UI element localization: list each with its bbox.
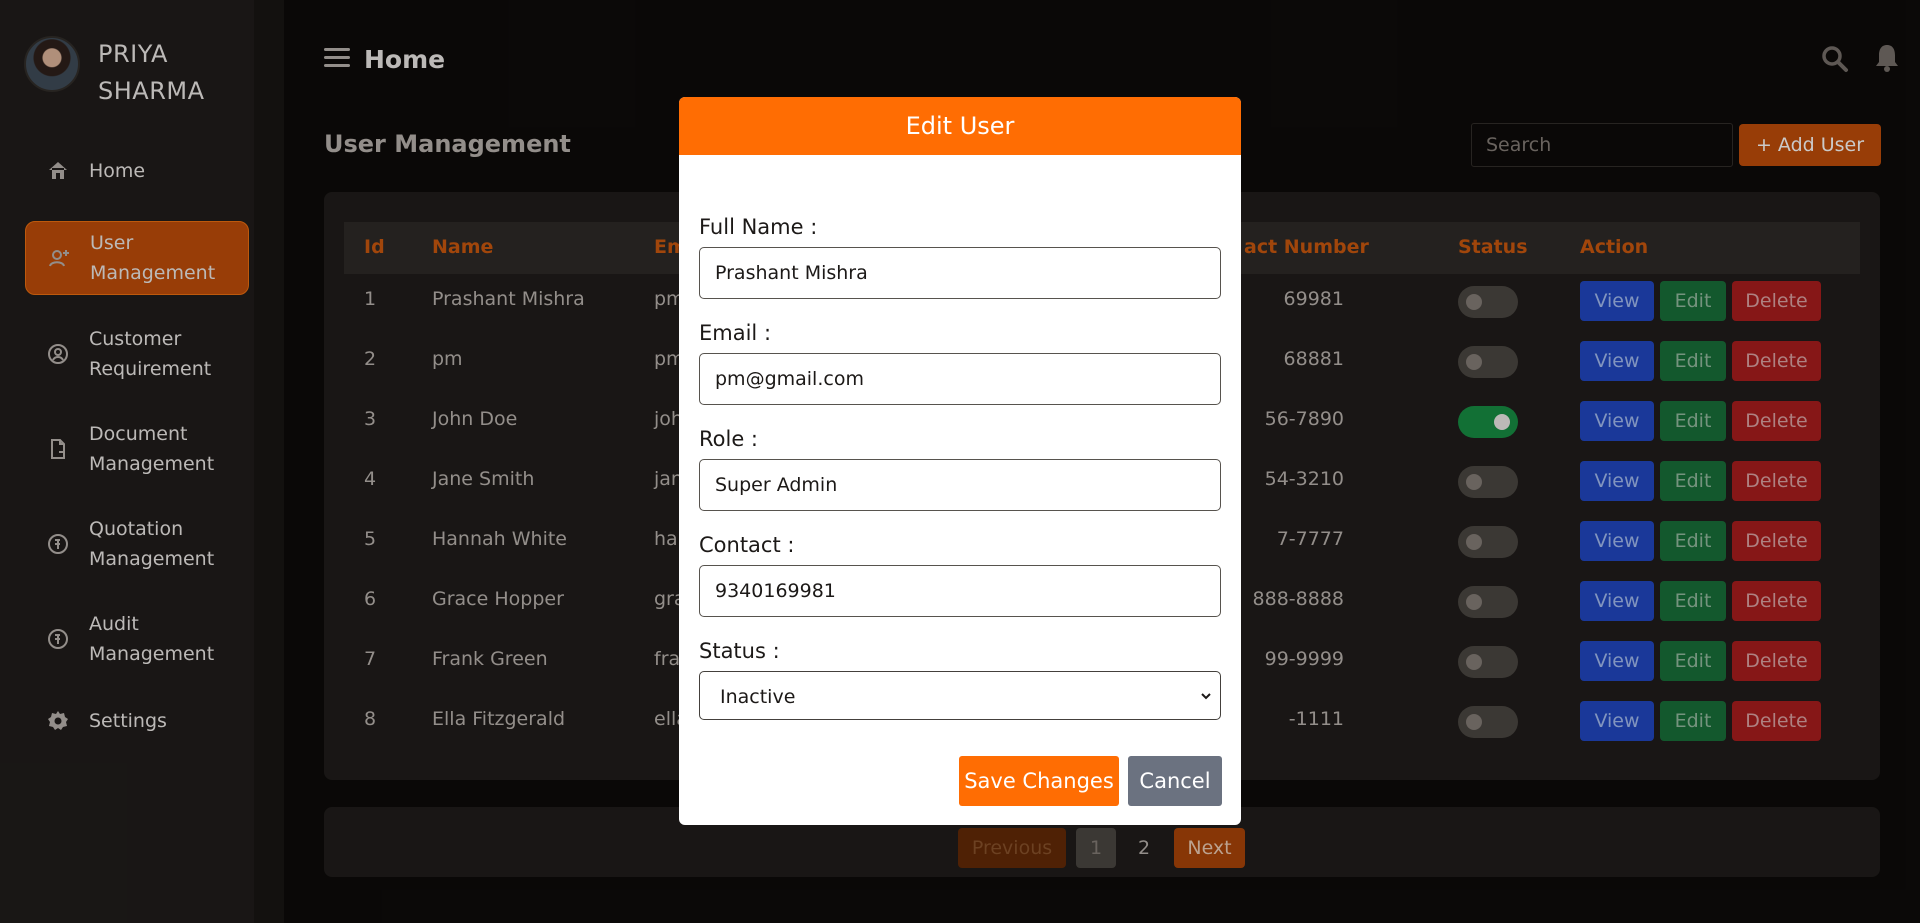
status-label: Status :: [699, 639, 780, 663]
status-field: Status : Inactive: [699, 639, 1221, 720]
modal-title: Edit User: [679, 97, 1241, 155]
role-input[interactable]: Super Admin: [699, 459, 1221, 511]
edit-user-modal: Edit User Full Name : Prashant Mishra Em…: [679, 97, 1241, 825]
contact-field: Contact : 9340169981: [699, 533, 1221, 617]
status-select[interactable]: Inactive: [699, 671, 1221, 720]
email-field: Email : pm@gmail.com: [699, 321, 1221, 405]
contact-label: Contact :: [699, 533, 795, 557]
email-label: Email :: [699, 321, 772, 345]
contact-input[interactable]: 9340169981: [699, 565, 1221, 617]
cancel-button[interactable]: Cancel: [1128, 756, 1222, 806]
chevron-down-icon: [1201, 693, 1211, 700]
role-field: Role : Super Admin: [699, 427, 1221, 511]
save-changes-button[interactable]: Save Changes: [959, 756, 1119, 806]
status-select-value: Inactive: [720, 686, 796, 708]
email-input[interactable]: pm@gmail.com: [699, 353, 1221, 405]
full-name-field: Full Name : Prashant Mishra: [699, 215, 1221, 299]
full-name-input[interactable]: Prashant Mishra: [699, 247, 1221, 299]
full-name-label: Full Name :: [699, 215, 818, 239]
role-label: Role :: [699, 427, 759, 451]
